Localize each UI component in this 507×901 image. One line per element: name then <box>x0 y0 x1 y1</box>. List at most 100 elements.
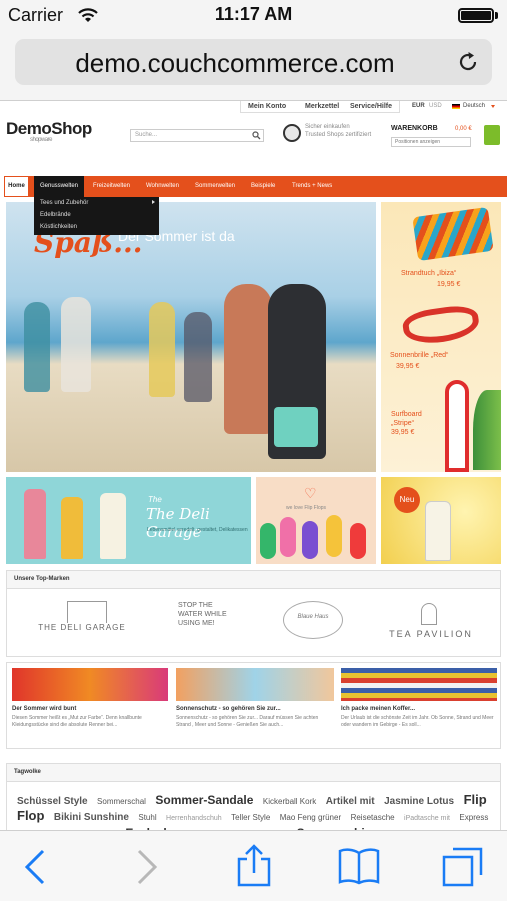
back-icon[interactable] <box>16 848 54 886</box>
nav-freizeitwelten[interactable]: Freizeitwelten <box>87 176 136 197</box>
news-item[interactable]: Sonnenschutz - so gehören Sie zur... Son… <box>176 668 334 729</box>
news-title[interactable]: Sonnenschutz - so gehören Sie zur... <box>176 706 334 712</box>
side-products[interactable]: Strandtuch „Ibiza“ 19,95 € Sonnenbrille … <box>381 202 501 472</box>
news-image <box>12 668 168 701</box>
url-text[interactable]: demo.couchcommerce.com <box>15 48 455 79</box>
towel-image <box>412 206 494 262</box>
news-text: Diesen Sommer heißt es „Mut zur Farbe“. … <box>12 715 142 728</box>
trusted-shops-text: Sicher einkaufen Trusted Shops zertifizi… <box>305 123 371 139</box>
search-icon[interactable] <box>252 131 261 140</box>
cart-total: 0,00 € <box>455 126 472 132</box>
product-name-3[interactable]: Surfboard „Stripe“ <box>391 410 439 428</box>
reload-icon[interactable] <box>456 50 480 74</box>
glue-bottle-image <box>425 501 451 561</box>
tagcloud-title: Tagwolke <box>14 769 41 775</box>
nav-sommerwelten[interactable]: Sommerwelten <box>189 176 241 197</box>
deli-subtitle: Lebensmittel veredelt, gestaltet, Delika… <box>147 527 248 533</box>
product-name-2[interactable]: Sonnenbrille „Red“ <box>390 352 448 359</box>
link-service[interactable]: Service/Hilfe <box>350 103 392 110</box>
deli-garage-banner[interactable]: The The Deli Garage Lebensmittel veredel… <box>6 477 251 564</box>
currency-eur[interactable]: EUR <box>412 103 425 109</box>
search-input[interactable]: Suche... <box>130 129 264 142</box>
tabs-icon[interactable] <box>441 845 483 887</box>
tag-link[interactable]: Reisetasche <box>351 813 395 822</box>
brand-deli-garage[interactable]: THE DELI GARAGE <box>37 623 127 632</box>
news-item[interactable]: Ich packe meinen Koffer... Der Urlaub is… <box>341 668 497 729</box>
top-brands-section: Unsere Top-Marken THE DELI GARAGE STOP T… <box>6 570 501 657</box>
new-badge: Neu <box>394 487 420 513</box>
browser-address-area: demo.couchcommerce.com <box>0 32 507 101</box>
tag-link[interactable]: Flip <box>464 792 487 807</box>
shopping-bag-icon[interactable] <box>484 125 500 145</box>
currency-usd[interactable]: USD <box>429 103 442 109</box>
tag-link[interactable]: Artikel mit <box>326 796 375 807</box>
sunglasses-image <box>401 302 481 348</box>
tag-link[interactable]: Schüssel Style <box>17 796 88 807</box>
nav-beispiele[interactable]: Beispiele <box>245 176 281 197</box>
tag-link[interactable]: Sommerschal <box>97 797 146 806</box>
share-icon[interactable] <box>235 843 273 887</box>
deli-title: The Deli Garage <box>146 505 210 541</box>
tag-link[interactable]: Jasmine Lotus <box>384 796 454 807</box>
tag-link[interactable]: Bikini Sunshine <box>54 812 129 823</box>
flag-de-icon <box>452 104 460 109</box>
cart-label[interactable]: WARENKORB <box>391 125 438 132</box>
bookmarks-icon[interactable] <box>337 847 381 885</box>
nav-trends-news[interactable]: Trends + News <box>286 176 338 197</box>
dropdown-item-koestlichkeiten[interactable]: Köstlichkeiten <box>34 221 159 233</box>
nav-dropdown: Tees und Zubehör Edelbrände Köstlichkeit… <box>34 197 159 235</box>
deli-garage-logo <box>67 601 107 623</box>
news-text: Sonnenschutz - so gehören Sie zur... Dar… <box>176 715 319 728</box>
news-image <box>341 668 497 701</box>
dropdown-item-edelbraende[interactable]: Edelbrände <box>34 209 159 221</box>
trusted-shops-icon[interactable] <box>283 124 301 142</box>
news-section: Der Sommer wird bunt Diesen Sommer heißt… <box>6 662 501 749</box>
flipflop-text: we love Flip Flops <box>286 505 327 511</box>
nav-wohnwelten[interactable]: Wohnwelten <box>140 176 185 197</box>
flipflop-banner[interactable]: ♡ we love Flip Flops <box>256 477 376 564</box>
tag-link[interactable]: Stuhl <box>138 813 156 822</box>
brand-blaue-haus: Blaue Haus <box>297 614 329 620</box>
link-merkzettel[interactable]: Merkzettel <box>305 103 339 110</box>
nav-home[interactable]: Home <box>4 176 29 197</box>
chevron-right-icon <box>152 200 155 204</box>
tag-link[interactable]: iPadtasche mit <box>404 815 450 822</box>
tag-link[interactable]: Sommer-Sandale <box>155 793 253 807</box>
blaue-haus-logo[interactable]: Blaue Haus <box>283 601 343 639</box>
top-brands-title: Unsere Top-Marken <box>14 576 70 582</box>
address-bar[interactable]: demo.couchcommerce.com <box>15 39 492 85</box>
tag-link[interactable]: Mao Feng grüner <box>280 813 341 822</box>
news-title[interactable]: Ich packe meinen Koffer... <box>341 706 497 712</box>
language-select[interactable]: Deutsch <box>463 103 485 109</box>
news-image <box>176 668 334 701</box>
webpage: Mein Konto Merkzettel Service/Hilfe EUR … <box>0 101 507 830</box>
shop-logo[interactable]: DemoShop shopware <box>6 119 92 143</box>
bienen-kleber-banner[interactable]: Neu <box>381 477 501 564</box>
clock: 11:17 AM <box>214 4 293 24</box>
dropdown-item-tees[interactable]: Tees und Zubehör <box>34 197 159 209</box>
battery-icon <box>458 8 494 23</box>
news-title[interactable]: Der Sommer wird bunt <box>12 706 168 712</box>
brand-stop-the-water[interactable]: STOP THE WATER WHILE USING ME! <box>178 601 228 628</box>
palm-leaf-image <box>473 390 501 470</box>
tag-link[interactable]: Teller Style <box>231 813 270 822</box>
forward-icon[interactable] <box>128 848 166 886</box>
news-item[interactable]: Der Sommer wird bunt Diesen Sommer heißt… <box>12 668 168 729</box>
tea-pavilion-logo <box>421 603 437 625</box>
tag-link[interactable]: Herrenhandschuh <box>166 815 222 822</box>
product-name-1[interactable]: Strandtuch „Ibiza“ <box>401 270 456 277</box>
product-price-2: 39,95 € <box>396 363 420 370</box>
tag-link[interactable]: Express <box>459 813 488 822</box>
brand-tea-pavilion[interactable]: TEA PAVILION <box>381 629 481 639</box>
nav-genusswelten[interactable]: Genusswelten <box>34 176 85 197</box>
battery-nub <box>495 12 498 19</box>
cart-positions-select[interactable]: Positionen anzeigen <box>391 137 471 147</box>
tag-link[interactable]: Flop <box>17 808 44 823</box>
heart-icon: ♡ <box>304 485 317 501</box>
deli-the: The <box>148 495 162 504</box>
tag-link[interactable]: Kickerball Kork <box>263 797 316 806</box>
hero-banner[interactable]: Spaß... Der Sommer ist da <box>6 202 376 472</box>
link-mein-konto[interactable]: Mein Konto <box>248 103 286 110</box>
tag-cloud: Schüssel Style Sommerschal Sommer-Sandal… <box>17 792 495 831</box>
logo-text: DemoShop <box>6 119 92 138</box>
